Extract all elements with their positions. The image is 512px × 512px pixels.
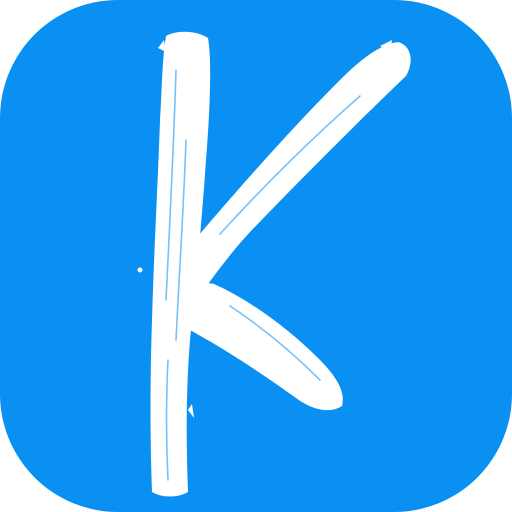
app-icon[interactable] [0,0,512,512]
app-icon-background [0,0,512,512]
